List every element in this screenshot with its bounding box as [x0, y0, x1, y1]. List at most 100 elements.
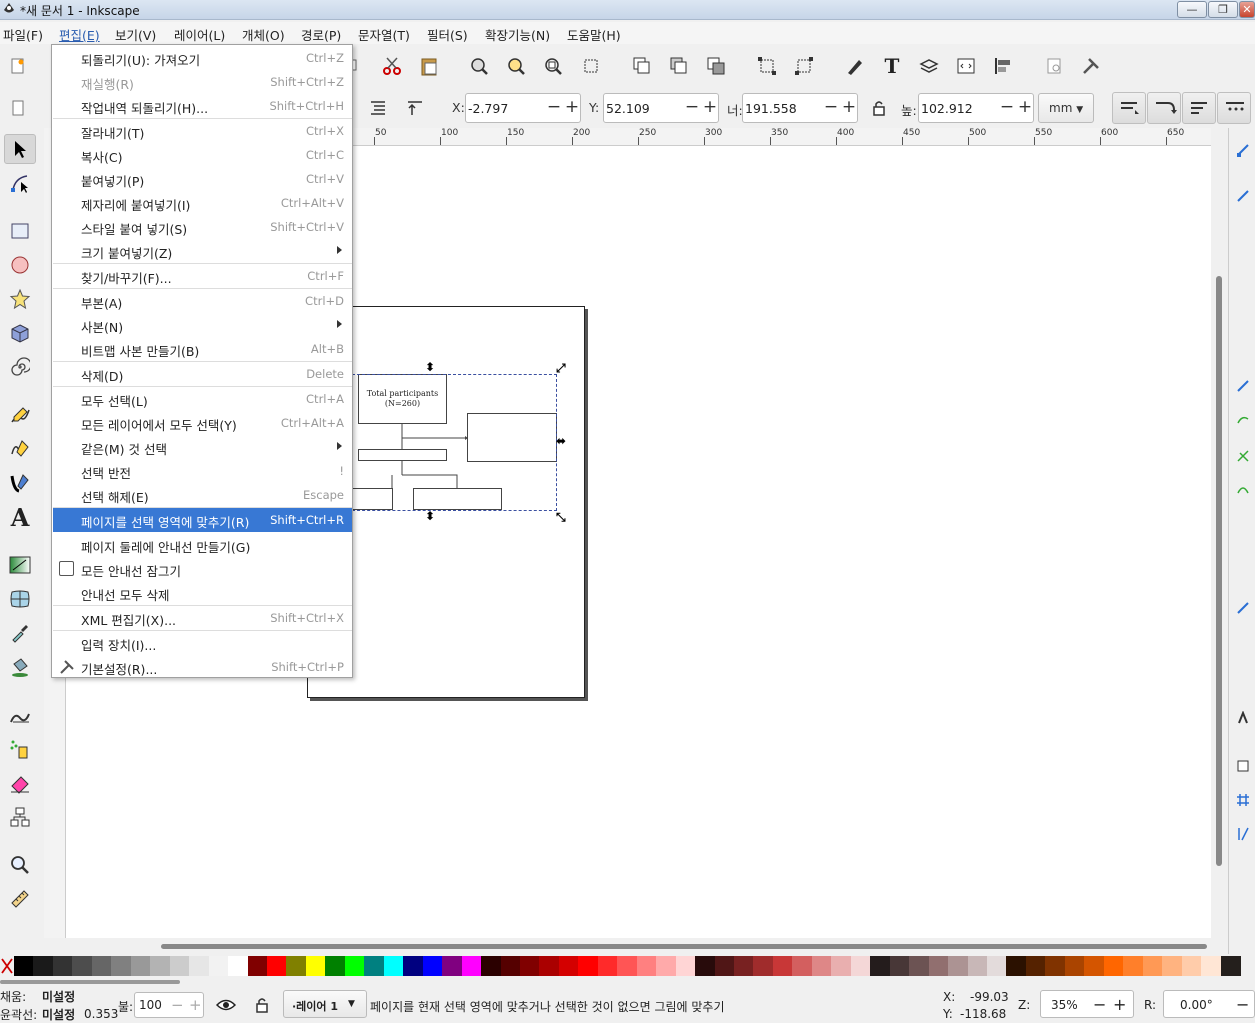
raise-to-top-icon[interactable] — [403, 96, 427, 120]
menu-view[interactable]: 보기(V) — [115, 25, 156, 44]
opacity-input[interactable]: 100 — [139, 998, 162, 1012]
color-swatch[interactable] — [403, 956, 424, 976]
calligraphy-tool-icon[interactable] — [4, 468, 36, 498]
menu-delete[interactable]: 삭제(D) Delete — [53, 362, 352, 386]
snap-bbox-icon[interactable] — [1233, 186, 1253, 206]
color-swatch[interactable] — [91, 956, 112, 976]
stroke-indicator[interactable]: 미설정 — [42, 1006, 75, 1023]
color-swatch[interactable] — [636, 956, 657, 976]
menu-copy[interactable]: 복사(C) Ctrl+C — [53, 143, 352, 167]
paste-icon[interactable] — [417, 54, 441, 78]
color-swatch[interactable] — [72, 956, 93, 976]
snap-transform-gradients-button[interactable] — [1182, 92, 1216, 124]
snap-path-icon[interactable] — [1233, 410, 1253, 430]
menu-xml-editor[interactable]: XML 편집기(X)... Shift+Ctrl+X — [53, 606, 352, 630]
snap-others-icon[interactable] — [1233, 598, 1253, 618]
menu-extensions[interactable]: 확장기능(N) — [485, 25, 550, 44]
raise-icon[interactable] — [630, 54, 654, 78]
snap-page-border-icon[interactable] — [1233, 756, 1253, 776]
width-increment-button[interactable]: + — [841, 98, 857, 118]
zoom-decrement-button[interactable]: − — [1093, 995, 1106, 1014]
menu-paste[interactable]: 붙여넣기(P) Ctrl+V — [53, 167, 352, 191]
zoom-drawing-icon[interactable] — [504, 54, 528, 78]
measure-tool-icon[interactable] — [4, 884, 36, 914]
ellipse-tool-icon[interactable] — [4, 250, 36, 280]
color-swatch[interactable] — [1181, 956, 1202, 976]
menu-text[interactable]: 문자열(T) — [358, 25, 410, 44]
layers-icon[interactable] — [917, 54, 941, 78]
color-swatch[interactable] — [811, 956, 832, 976]
color-swatch[interactable] — [948, 956, 969, 976]
gradient-tool-icon[interactable] — [4, 550, 36, 580]
color-swatch[interactable] — [383, 956, 404, 976]
node-tool-icon[interactable] — [4, 168, 36, 198]
zoom-page-icon[interactable] — [541, 54, 565, 78]
color-swatch[interactable] — [461, 956, 482, 976]
menu-paste-size[interactable]: 크기 붙여넣기(Z) — [53, 239, 352, 263]
color-swatch[interactable] — [1201, 956, 1222, 976]
color-swatch[interactable] — [1064, 956, 1085, 976]
scale-handle-right-icon[interactable]: ⬌ — [556, 434, 566, 448]
connector-tool-icon[interactable] — [4, 802, 36, 832]
menu-preferences[interactable]: 기본설정(R)... Shift+Ctrl+P — [53, 655, 352, 679]
menu-paste-style[interactable]: 스타일 붙여 넣기(S) Shift+Ctrl+V — [53, 215, 352, 239]
pencil-tool-icon[interactable] — [4, 400, 36, 430]
menu-duplicate[interactable]: 부본(A) Ctrl+D — [53, 289, 352, 313]
scale-handle-bottom-icon[interactable]: ⬍ — [425, 509, 435, 523]
menu-help[interactable]: 도움말(H) — [567, 25, 621, 44]
mesh-tool-icon[interactable] — [4, 584, 36, 614]
menu-select-all[interactable]: 모두 선택(L) Ctrl+A — [53, 387, 352, 411]
width-decrement-button[interactable]: − — [823, 98, 839, 118]
color-swatch[interactable] — [208, 956, 229, 976]
color-swatch[interactable] — [422, 956, 443, 976]
snap-transform-patterns-button[interactable] — [1217, 92, 1251, 124]
scale-handle-corner-top-right-icon[interactable]: ⤢ — [556, 361, 566, 376]
color-swatch[interactable] — [597, 956, 618, 976]
color-swatch[interactable] — [967, 956, 988, 976]
color-swatch[interactable] — [14, 956, 34, 976]
color-swatch[interactable] — [286, 956, 307, 976]
height-decrement-button[interactable]: − — [999, 98, 1015, 118]
color-swatch[interactable] — [987, 956, 1008, 976]
fill-stroke-icon[interactable] — [843, 54, 867, 78]
color-swatch[interactable] — [1162, 956, 1183, 976]
scale-handle-corner-bottom-right-icon[interactable]: ⤡ — [556, 510, 566, 525]
horizontal-scrollbar[interactable] — [66, 938, 1227, 954]
menu-invert-selection[interactable]: 선택 반전! — [53, 459, 352, 483]
menu-select-all-in-all-layers[interactable]: 모든 레이어에서 모두 선택(Y) Ctrl+Alt+A — [53, 411, 352, 435]
color-swatch[interactable] — [33, 956, 54, 976]
ungroup-icon[interactable] — [704, 54, 728, 78]
color-swatch[interactable] — [909, 956, 930, 976]
color-swatch[interactable] — [675, 956, 696, 976]
select-all-icon[interactable] — [8, 98, 28, 118]
color-swatch[interactable] — [364, 956, 385, 976]
menu-delete-all-guides[interactable]: 안내선 모두 삭제 — [53, 581, 352, 605]
menu-layer[interactable]: 레이어(L) — [174, 25, 225, 44]
selector-tool-icon[interactable] — [4, 134, 36, 164]
y-input[interactable] — [606, 94, 684, 122]
color-swatch[interactable] — [695, 956, 716, 976]
menu-paste-in-place[interactable]: 제자리에 붙여넣기(I) Ctrl+Alt+V — [53, 191, 352, 215]
3d-box-tool-icon[interactable] — [4, 318, 36, 348]
menu-filters[interactable]: 필터(S) — [427, 25, 468, 44]
star-tool-icon[interactable] — [4, 284, 36, 314]
vertical-scroll-thumb[interactable] — [1216, 276, 1222, 866]
snap-nodes-icon[interactable] — [1233, 376, 1253, 396]
preferences-icon[interactable] — [1079, 54, 1103, 78]
unlink-clone-icon[interactable] — [792, 54, 816, 78]
color-swatch[interactable] — [870, 956, 891, 976]
lock-ratio-icon[interactable] — [868, 96, 890, 120]
color-swatch[interactable] — [519, 956, 540, 976]
height-increment-button[interactable]: + — [1017, 98, 1033, 118]
color-swatch[interactable] — [442, 956, 463, 976]
color-swatch[interactable] — [1025, 956, 1046, 976]
color-swatch[interactable] — [656, 956, 677, 976]
clone-icon[interactable] — [755, 54, 779, 78]
menu-object[interactable]: 개체(O) — [242, 25, 285, 44]
height-input[interactable] — [921, 94, 999, 122]
zoom-input[interactable]: 35% — [1051, 998, 1078, 1012]
color-swatch[interactable] — [228, 956, 249, 976]
lock-guides-checkbox[interactable] — [59, 561, 74, 576]
zoom-selection-icon[interactable] — [467, 54, 491, 78]
color-swatch[interactable] — [500, 956, 521, 976]
